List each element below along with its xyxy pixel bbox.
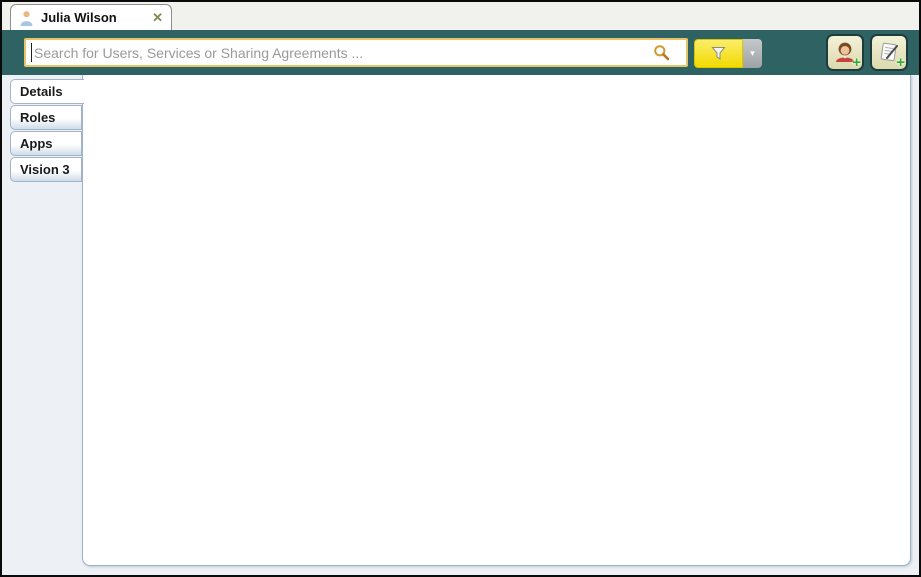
user-details-window: Julia Wilson ✕ ▾ + xyxy=(0,0,921,577)
tab-title: Julia Wilson xyxy=(41,10,145,25)
search-input[interactable] xyxy=(26,45,653,61)
plus-badge-icon: + xyxy=(852,56,861,70)
filter-button[interactable] xyxy=(694,39,743,68)
person-icon xyxy=(19,10,34,26)
details-panel xyxy=(82,75,911,566)
tab-details[interactable]: Details xyxy=(10,79,84,104)
filter-dropdown-button[interactable]: ▾ xyxy=(743,39,762,68)
add-user-button[interactable]: + xyxy=(826,34,864,71)
filter-split-button[interactable]: ▾ xyxy=(694,39,762,68)
plus-badge-icon: + xyxy=(896,56,905,70)
chevron-down-icon: ▾ xyxy=(750,48,755,59)
add-sharing-agreement-button[interactable]: + xyxy=(870,34,908,71)
tab-roles[interactable]: Roles xyxy=(10,105,82,130)
close-icon[interactable]: ✕ xyxy=(152,11,163,24)
text-caret xyxy=(31,43,32,62)
funnel-icon xyxy=(711,46,726,61)
open-user-tab[interactable]: Julia Wilson ✕ xyxy=(10,4,172,30)
search-icon[interactable] xyxy=(653,44,670,61)
tab-vision3[interactable]: Vision 3 xyxy=(10,157,82,182)
tab-apps[interactable]: Apps xyxy=(10,131,82,156)
search-box[interactable] xyxy=(24,38,688,67)
